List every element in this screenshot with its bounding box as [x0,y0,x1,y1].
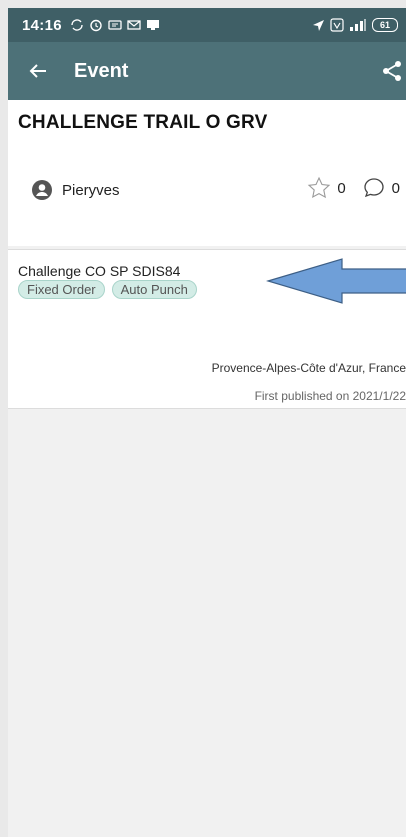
publish-date: First published on 2021/1/22 [254,389,406,403]
page-title: Event [74,59,129,82]
screen-icon [146,20,159,30]
share-icon [383,61,401,81]
status-time: 14:16 [22,16,62,34]
annotation-arrow-icon [266,258,406,304]
event-header: CHALLENGE TRAIL O GRV Pieryves 0 0 [8,100,406,246]
comment-bubble-icon[interactable] [362,176,386,200]
location-arrow-icon [313,19,324,31]
like-count: 0 [337,179,346,197]
user-avatar-icon [32,180,52,200]
alarm-icon [90,19,102,32]
event-stats: 0 0 [307,176,400,200]
author-name: Pieryves [62,181,120,199]
tag-auto-punch: Auto Punch [111,280,197,299]
event-location: Provence-Alpes-Côte d'Azur, France [211,361,406,375]
event-info: Provence-Alpes-Côte d'Azur, France First… [8,310,406,409]
tag-fixed-order: Fixed Order [18,280,105,299]
status-system-icons: 61 [312,8,398,42]
app-bar: Event [8,42,406,100]
course-tags: Fixed Order Auto Punch [18,280,197,299]
app-frame: 14:16 61 Event CHALLENGE TRAIL O GRV Pie… [8,8,406,837]
app-notification-icon [108,20,122,30]
mail-icon [127,20,141,30]
sync-icon [71,19,83,31]
back-button[interactable] [18,51,58,91]
star-outline-icon[interactable] [307,176,331,200]
event-author[interactable]: Pieryves [32,180,120,200]
status-notification-icons [70,18,160,32]
event-title: CHALLENGE TRAIL O GRV [18,112,268,133]
course-name: Challenge CO SP SDIS84 [18,263,181,279]
battery-icon: 61 [372,18,398,32]
back-arrow-icon [29,64,46,78]
volte-icon [330,18,344,32]
status-bar: 14:16 61 [8,8,406,42]
comment-count: 0 [391,179,400,197]
empty-content-area [8,409,406,837]
signal-icon [350,19,366,31]
share-button[interactable] [372,51,406,91]
